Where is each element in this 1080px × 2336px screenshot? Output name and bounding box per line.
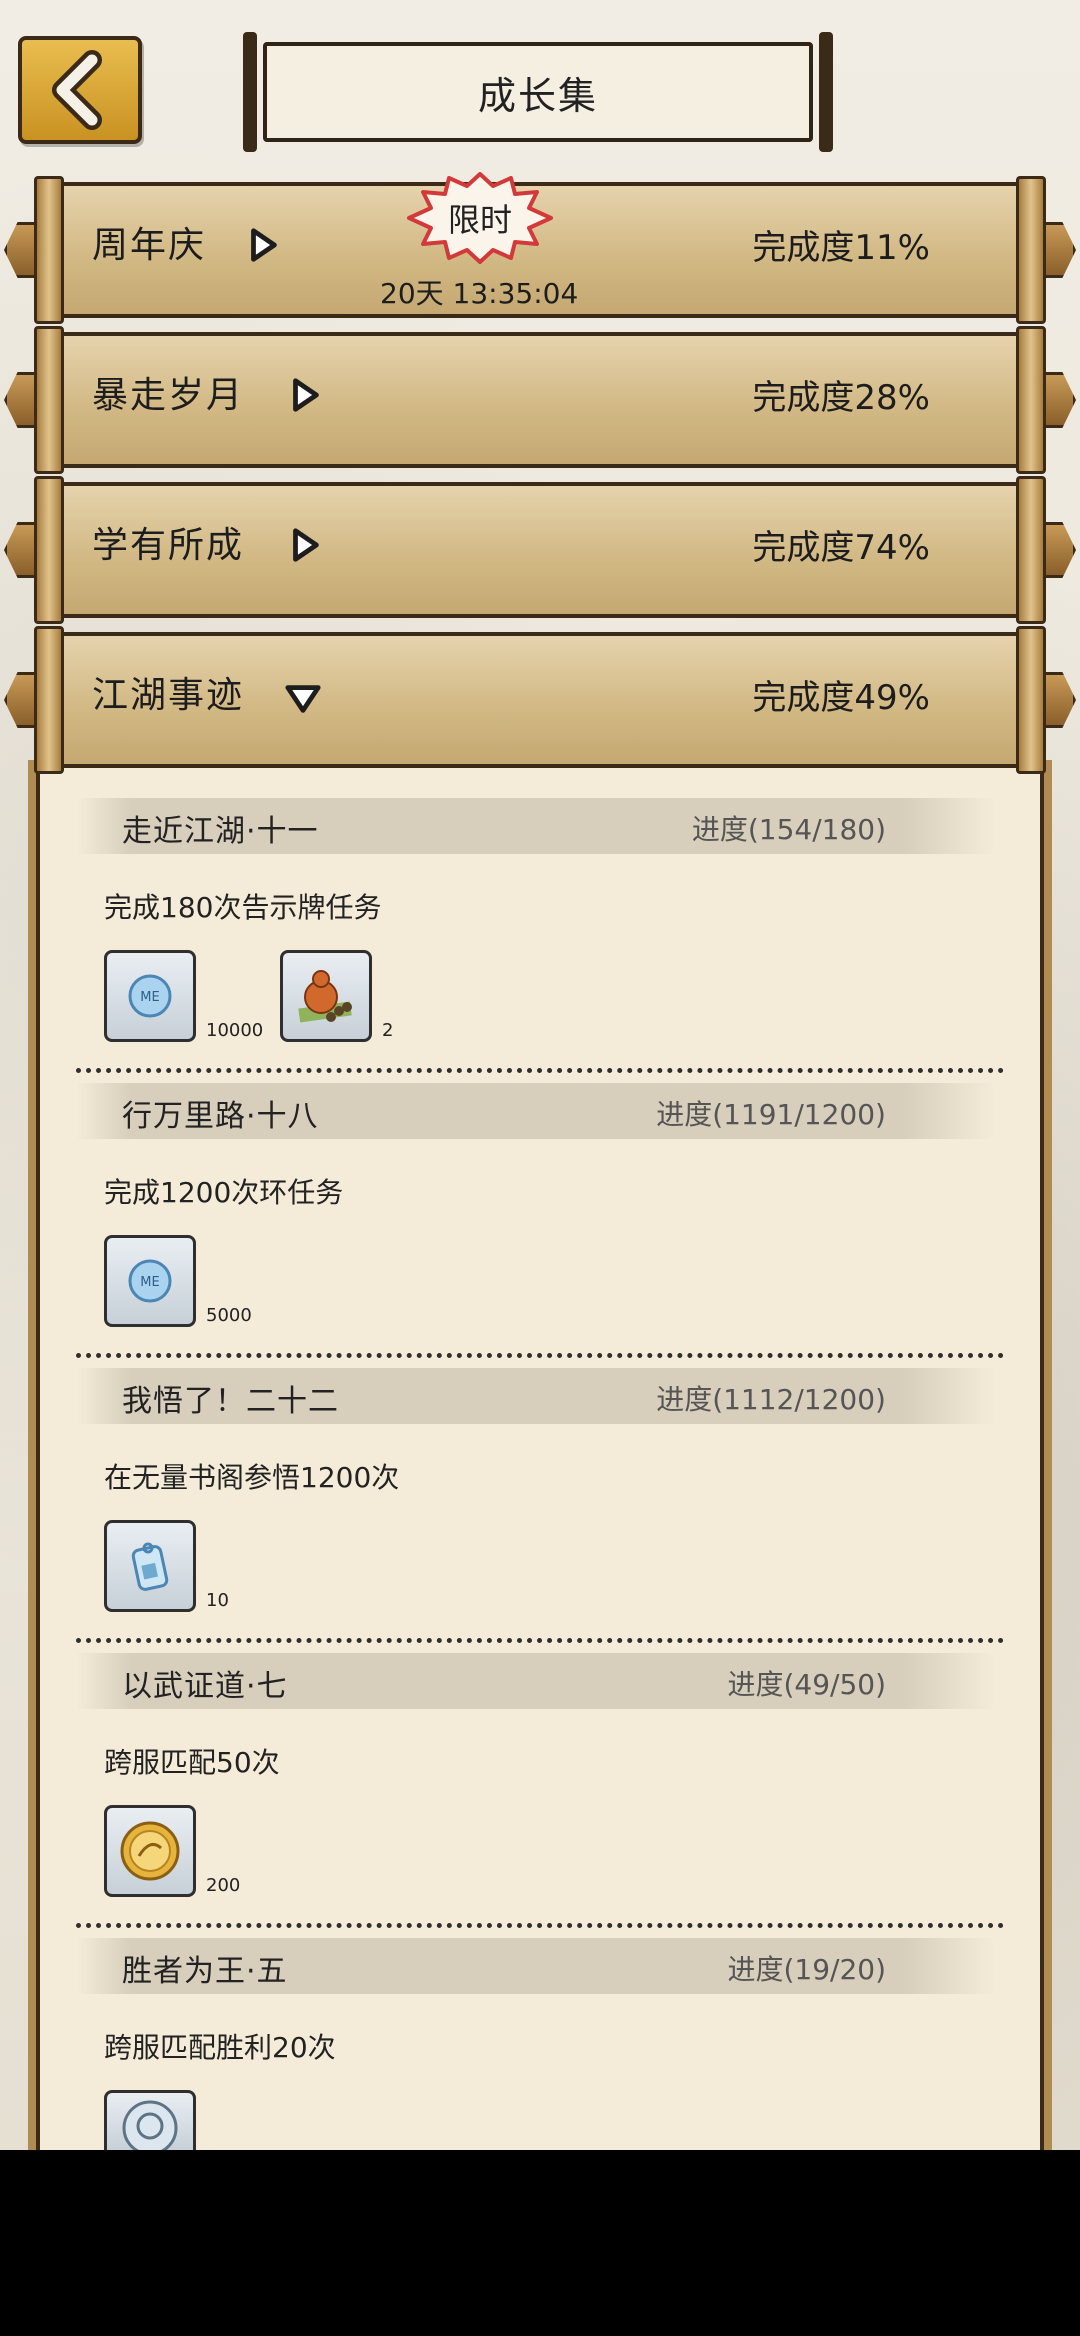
dotted-divider	[76, 1068, 1004, 1073]
scroll-rod-left	[34, 476, 64, 624]
task-description: 跨服匹配胜利20次	[104, 2031, 336, 2064]
task-title: 走近江湖·十一	[122, 814, 319, 849]
silver-coin-icon: ME	[128, 974, 172, 1018]
completion-rate: 完成度74%	[752, 528, 930, 568]
countdown-timer: 20天 13:35:04	[380, 277, 579, 310]
reward-item[interactable]	[104, 2090, 196, 2150]
system-nav-area	[0, 2150, 1080, 2336]
expand-right-icon	[293, 528, 319, 562]
scroll-knob-right	[1042, 522, 1076, 578]
completion-rate: 完成度49%	[752, 678, 930, 718]
svg-text:ME: ME	[140, 1275, 159, 1290]
category-name: 江湖事迹	[92, 675, 245, 716]
scroll-rod-left	[34, 326, 64, 474]
task-description: 完成1200次环任务	[104, 1176, 344, 1209]
task-description: 跨服匹配50次	[104, 1746, 280, 1779]
reward-count: 10	[206, 1590, 229, 1611]
category-name: 学有所成	[92, 525, 245, 566]
expand-right-icon	[251, 228, 277, 262]
task-description: 在无量书阁参悟1200次	[104, 1461, 400, 1494]
task-progress: 进度(1112/1200)	[656, 1383, 886, 1416]
collapse-down-icon	[285, 685, 321, 713]
task-progress: 进度(154/180)	[691, 813, 886, 846]
back-arrow-icon	[52, 50, 102, 130]
panel-rod-right	[1044, 760, 1052, 2150]
expand-right-icon	[293, 378, 319, 412]
reward-count: 2	[382, 1020, 394, 1041]
scroll-rod-right	[819, 32, 833, 152]
task-progress: 进度(49/50)	[727, 1668, 886, 1701]
title-paper: 成长集	[263, 42, 813, 142]
reward-item[interactable]	[280, 950, 372, 1042]
task-description: 完成180次告示牌任务	[104, 891, 382, 924]
reward-item[interactable]: ME	[104, 950, 196, 1042]
scroll-knob-left	[4, 522, 38, 578]
gourd-bundle-icon	[298, 970, 352, 1023]
task-title: 我悟了！二十二	[122, 1384, 339, 1419]
badge-label: 限时	[447, 201, 512, 239]
scroll-knob-left	[4, 372, 38, 428]
reward-count: 200	[206, 1875, 241, 1896]
scroll-rod-right	[1016, 626, 1046, 774]
category-name: 暴走岁月	[92, 375, 245, 416]
category-learning[interactable]: 学有所成 完成度74%	[0, 476, 1080, 624]
dotted-divider	[76, 1638, 1004, 1643]
scroll-knob-right	[1042, 372, 1076, 428]
svg-text:ME: ME	[140, 990, 159, 1005]
category-rampage-years[interactable]: 暴走岁月 完成度28%	[0, 326, 1080, 474]
back-button[interactable]	[18, 36, 142, 144]
task-title: 以武证道·七	[122, 1669, 288, 1704]
scroll-knob-left	[4, 222, 38, 278]
reward-count: 10000	[206, 1020, 264, 1041]
category-jianghu-deeds[interactable]: 江湖事迹 完成度49%	[0, 626, 1080, 774]
silver-coin-icon: ME	[128, 1259, 172, 1303]
scroll-rod-left	[34, 176, 64, 324]
scroll-rod-left	[243, 32, 257, 152]
task-progress: 进度(1191/1200)	[656, 1098, 886, 1131]
scroll-rod-left	[34, 626, 64, 774]
panel-rod-left	[28, 760, 36, 2150]
scroll-knob-right	[1042, 672, 1076, 728]
scroll-knob-right	[1042, 222, 1076, 278]
task-progress: 进度(19/20)	[727, 1953, 886, 1986]
dotted-divider	[76, 1353, 1004, 1358]
scroll-knob-left	[4, 672, 38, 728]
scroll-rod-right	[1016, 176, 1046, 324]
completion-rate: 完成度28%	[752, 378, 930, 418]
reward-item[interactable]	[104, 1520, 196, 1612]
gold-medal-icon	[120, 1821, 180, 1881]
reward-item[interactable]	[104, 1805, 196, 1897]
category-name: 周年庆	[92, 225, 207, 266]
scroll-rod-right	[1016, 326, 1046, 474]
portrait-medal-icon	[122, 2100, 178, 2150]
title-scroll: 成长集	[243, 32, 833, 152]
reward-item[interactable]: ME	[104, 1235, 196, 1327]
page-title: 成长集	[477, 73, 598, 118]
dotted-divider	[76, 1923, 1004, 1928]
scroll-rod-right	[1016, 476, 1046, 624]
task-title: 行万里路·十八	[122, 1099, 319, 1134]
limited-time-badge: 限时	[405, 172, 555, 264]
completion-rate: 完成度11%	[752, 228, 930, 268]
token-tag-icon	[131, 1542, 169, 1591]
reward-count: 5000	[206, 1305, 252, 1326]
task-title: 胜者为王·五	[122, 1954, 288, 1989]
